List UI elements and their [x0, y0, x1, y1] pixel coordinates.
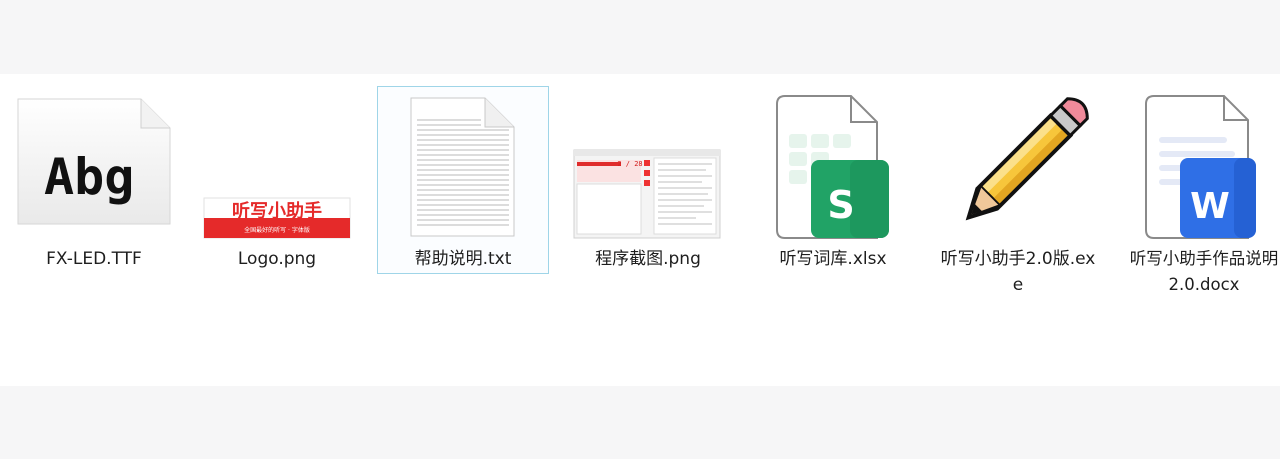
- file-item-help-txt[interactable]: 帮助说明.txt: [377, 74, 549, 386]
- logo-title: 听写小助手: [232, 200, 322, 222]
- pencil-exe-icon: [932, 90, 1104, 246]
- file-item-exe[interactable]: 听写小助手2.0版.exe: [932, 74, 1104, 386]
- file-item-screenshot[interactable]: 2 / 28 程序截图.png: [566, 74, 730, 386]
- font-preview: Abg: [44, 148, 134, 206]
- text-file-icon: [377, 90, 549, 246]
- word-document-icon: W: [1128, 90, 1280, 246]
- file-item-logo[interactable]: 听写小助手 全国最好的听写 · 字体版 Logo.png: [196, 74, 358, 386]
- word-badge: W: [1190, 186, 1230, 227]
- file-name: Logo.png: [237, 249, 317, 269]
- screenshot-thumbnail-icon: 2 / 28: [566, 90, 730, 246]
- status-area: [0, 386, 1280, 459]
- file-name: 听写小助手作品说明2.0.docx: [1129, 249, 1279, 294]
- window-toolbar-area: [0, 0, 1280, 74]
- logo-subtitle: 全国最好的听写 · 字体版: [244, 226, 310, 234]
- file-item-xlsx[interactable]: S 听写词库.xlsx: [751, 74, 915, 386]
- font-file-icon: Abg: [8, 90, 180, 246]
- file-name: 帮助说明.txt: [414, 249, 512, 269]
- file-item-font[interactable]: Abg FX-LED.TTF: [8, 74, 180, 386]
- file-name: 程序截图.png: [595, 249, 701, 269]
- sheets-badge: S: [827, 183, 854, 227]
- file-name: FX-LED.TTF: [46, 249, 142, 269]
- image-file-icon: 听写小助手 全国最好的听写 · 字体版: [196, 90, 358, 246]
- file-item-docx[interactable]: W 听写小助手作品说明2.0.docx: [1128, 74, 1280, 386]
- spreadsheet-file-icon: S: [751, 90, 915, 246]
- file-name: 听写词库.xlsx: [779, 249, 887, 269]
- screenshot-counter: 2 / 28: [617, 160, 642, 168]
- file-name: 听写小助手2.0版.exe: [940, 249, 1096, 295]
- file-grid: Abg FX-LED.TTF 听写小助手 全国最好的听写 · 字体版 Logo.…: [0, 74, 1280, 386]
